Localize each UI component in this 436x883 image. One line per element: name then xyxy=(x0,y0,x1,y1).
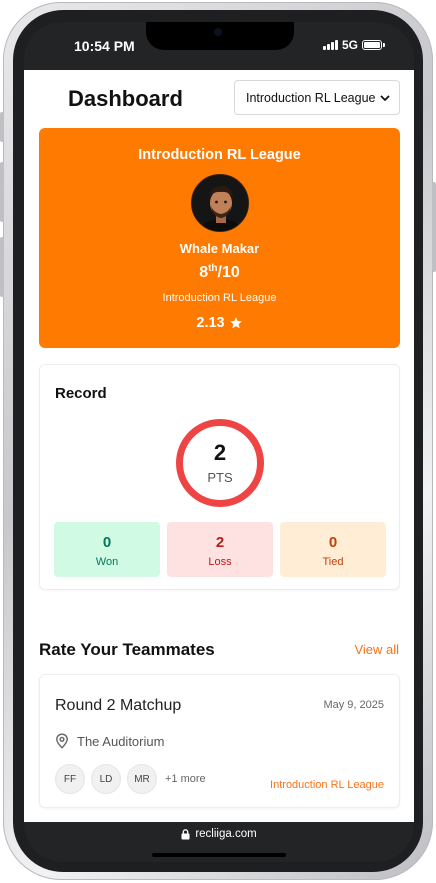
match-venue: The Auditorium xyxy=(55,733,164,749)
loss-value: 2 xyxy=(215,534,225,551)
player-rating: 2.13 xyxy=(39,315,400,331)
location-pin-icon xyxy=(56,733,68,749)
rank-number: 8 xyxy=(199,264,209,281)
hero-league-name: Introduction RL League xyxy=(138,147,301,163)
points-label: PTS xyxy=(207,470,233,485)
lock-icon xyxy=(181,828,190,839)
chevron-down-icon xyxy=(380,95,390,101)
network-label: 5G xyxy=(341,38,358,52)
battery-icon xyxy=(362,40,385,50)
match-title: Round 2 Matchup xyxy=(55,697,182,714)
hero-league-subtitle: Introduction RL League xyxy=(162,292,277,304)
won-value: 0 xyxy=(102,534,112,551)
volume-down-button xyxy=(0,237,4,297)
loss-label: Loss xyxy=(208,556,232,568)
signal-icon xyxy=(323,40,338,50)
browser-url-bar[interactable]: recliiga.com xyxy=(24,822,414,862)
more-teammates: +1 more xyxy=(165,773,206,785)
player-summary-card: Introduction RL League Whale Makar 8th/1… xyxy=(39,128,400,348)
points-value: 2 xyxy=(213,440,227,465)
volume-up-button xyxy=(0,162,4,222)
player-name: Whale Makar xyxy=(179,241,260,256)
rank-total: /10 xyxy=(217,264,240,281)
notch xyxy=(146,22,294,50)
app-content: Dashboard Introduction RL League Introdu… xyxy=(24,70,414,822)
camera-icon xyxy=(214,28,222,36)
url-text: recliiga.com xyxy=(195,828,257,840)
player-rank: 8th/10 xyxy=(39,263,400,282)
match-date: May 9, 2025 xyxy=(323,699,384,711)
power-button xyxy=(432,182,436,272)
view-all-link[interactable]: View all xyxy=(354,642,399,657)
star-icon xyxy=(229,317,242,329)
teammate-chip[interactable]: LD xyxy=(91,764,121,794)
points-ring: 2 PTS xyxy=(176,419,264,507)
url-display: recliiga.com xyxy=(24,828,414,840)
rank-suffix: th xyxy=(208,263,218,274)
page-title: Dashboard xyxy=(68,86,183,111)
status-time: 10:54 PM xyxy=(74,38,135,54)
home-indicator[interactable] xyxy=(152,853,286,857)
loss-stat: 2 Loss xyxy=(167,522,273,577)
status-indicators: 5G xyxy=(323,38,385,52)
league-select-value: Introduction RL League xyxy=(246,90,376,105)
won-stat: 0 Won xyxy=(54,522,160,577)
tied-label: Tied xyxy=(322,556,344,568)
rate-teammates-title: Rate Your Teammates xyxy=(39,640,215,659)
won-label: Won xyxy=(95,556,119,568)
dashboard-header: Dashboard Introduction RL League xyxy=(24,70,414,126)
match-league: Introduction RL League xyxy=(270,779,384,791)
status-bar: 10:54 PM 5G xyxy=(24,22,414,70)
venue-name: The Auditorium xyxy=(77,733,165,749)
phone-screen: 10:54 PM 5G Dashboard Introduction RL Le… xyxy=(24,22,414,862)
record-title: Record xyxy=(55,385,107,402)
record-card: Record 2 PTS 0 Won 2 Loss 0 Tied xyxy=(39,364,400,590)
match-card[interactable]: Round 2 Matchup May 9, 2025 The Auditori… xyxy=(39,674,400,808)
avatar xyxy=(191,174,249,232)
league-select[interactable]: Introduction RL League xyxy=(234,80,400,115)
tied-value: 0 xyxy=(328,534,338,551)
mute-switch xyxy=(0,112,4,142)
tied-stat: 0 Tied xyxy=(280,522,386,577)
teammate-chip[interactable]: MR xyxy=(127,764,157,794)
teammate-chips: FF LD MR +1 more xyxy=(55,764,206,794)
teammate-chip[interactable]: FF xyxy=(55,764,85,794)
rating-value: 2.13 xyxy=(196,315,225,331)
avatar-image xyxy=(192,175,248,231)
